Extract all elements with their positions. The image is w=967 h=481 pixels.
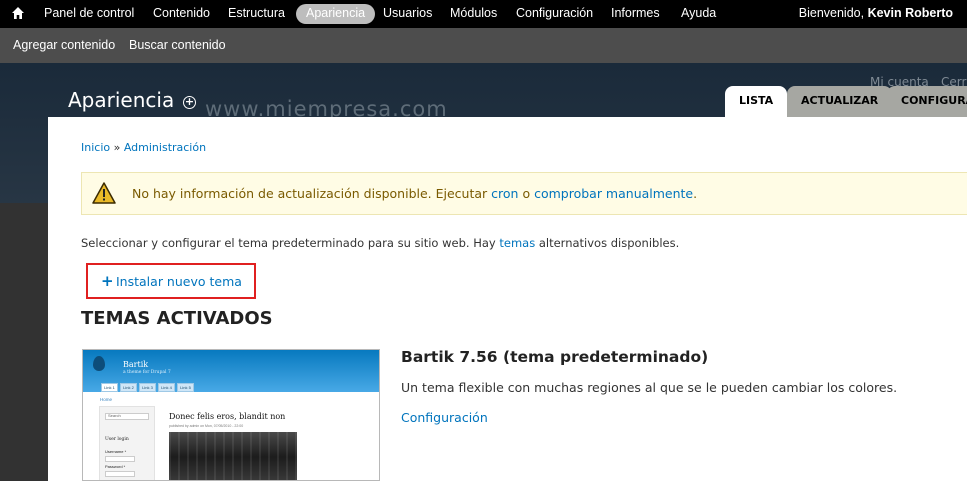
thumbnail-password-label: Password * <box>105 464 126 469</box>
toolbar-item-ayuda[interactable]: Ayuda <box>681 0 716 28</box>
toolbar-item-modulos[interactable]: Módulos <box>450 0 497 28</box>
theme-description: Un tema flexible con muchas regiones al … <box>401 380 898 395</box>
warning-message: No hay información de actualización disp… <box>81 172 967 215</box>
intro-text: Seleccionar y configurar el tema predete… <box>81 236 679 250</box>
theme-name: Bartik 7.56 (tema predeterminado) <box>401 348 709 366</box>
home-icon <box>12 7 24 19</box>
thumbnail-tab: Link 5 <box>177 383 194 392</box>
themes-link[interactable]: temas <box>499 236 535 250</box>
thumbnail-brand: Bartik <box>123 360 149 369</box>
install-new-theme-highlight: + Instalar nuevo tema <box>86 263 256 299</box>
welcome-message: Bienvenido, Kevin Roberto <box>799 0 953 28</box>
thumbnail-password-input <box>105 471 135 477</box>
thumbnail-search-label: Search <box>108 413 121 418</box>
cron-link[interactable]: cron <box>491 186 518 201</box>
shortcut-buscar-contenido[interactable]: Buscar contenido <box>129 28 226 63</box>
tab-actualizar[interactable]: ACTUALIZAR <box>787 86 893 117</box>
welcome-prefix: Bienvenido, <box>798 6 868 20</box>
warning-text-end: . <box>693 186 698 201</box>
warning-text-middle: o <box>518 186 535 201</box>
toolbar-item-estructura[interactable]: Estructura <box>228 0 285 28</box>
thumbnail-username-input <box>105 456 135 462</box>
tab-configurar[interactable]: CONFIGURA <box>887 86 967 117</box>
toolbar-item-configuracion[interactable]: Configuración <box>516 0 593 28</box>
toolbar-item-informes[interactable]: Informes <box>611 0 660 28</box>
overlay-left-margin <box>0 203 48 481</box>
home-button[interactable] <box>0 0 34 28</box>
thumbnail-article-title: Donec felis eros, blandit non <box>169 412 286 421</box>
intro-after: alternativos disponibles. <box>535 236 680 250</box>
section-title: TEMAS ACTIVADOS <box>81 308 273 329</box>
theme-screenshot: Bartik a theme for Drupal 7 Link 1 Link … <box>82 349 380 481</box>
check-manually-link[interactable]: comprobar manualmente <box>534 186 693 201</box>
shortcuts-bar: Agregar contenido Buscar contenido <box>0 28 967 63</box>
thumbnail-photo <box>169 432 297 480</box>
breadcrumb: Inicio » Administración <box>81 141 206 154</box>
breadcrumb-separator: » <box>110 141 124 154</box>
shortcut-agregar-contenido[interactable]: Agregar contenido <box>13 28 115 63</box>
thumbnail-byline: published by admin on Mon, 07/05/2010 - … <box>169 424 244 428</box>
thumbnail-username-label: Username * <box>105 449 127 454</box>
breadcrumb-home-link[interactable]: Inicio <box>81 141 110 154</box>
toolbar-item-panel-de-control[interactable]: Panel de control <box>44 0 134 28</box>
toolbar-item-usuarios[interactable]: Usuarios <box>383 0 432 28</box>
toolbar-item-contenido[interactable]: Contenido <box>153 0 210 28</box>
thumbnail-tab: Link 2 <box>120 383 137 392</box>
plus-icon: + <box>101 272 114 290</box>
drupal-logo <box>93 356 105 371</box>
install-new-theme-link[interactable]: Instalar nuevo tema <box>116 274 242 289</box>
admin-toolbar: Panel de control Contenido Estructura Ap… <box>0 0 967 28</box>
toolbar-item-apariencia[interactable]: Apariencia <box>296 4 376 24</box>
tab-lista[interactable]: LISTA <box>725 86 788 117</box>
theme-configuration-link[interactable]: Configuración <box>401 410 488 425</box>
thumbnail-tab: Link 1 <box>101 383 118 392</box>
thumbnail-user-login: User login <box>105 437 129 442</box>
thumbnail-tab: Link 3 <box>139 383 156 392</box>
warning-text-before: No hay información de actualización disp… <box>132 186 492 201</box>
breadcrumb-admin-link[interactable]: Administración <box>124 141 206 154</box>
user-name-link[interactable]: Kevin Roberto <box>868 6 953 20</box>
plus-circle-icon[interactable]: + <box>183 96 196 109</box>
intro-before: Seleccionar y configurar el tema predete… <box>81 236 500 250</box>
thumbnail-slogan: a theme for Drupal 7 <box>123 370 171 375</box>
warning-icon <box>92 182 116 204</box>
thumbnail-tab: Link 4 <box>158 383 175 392</box>
thumbnail-home: Home <box>100 397 113 402</box>
page-title: Apariencia <box>68 88 175 112</box>
